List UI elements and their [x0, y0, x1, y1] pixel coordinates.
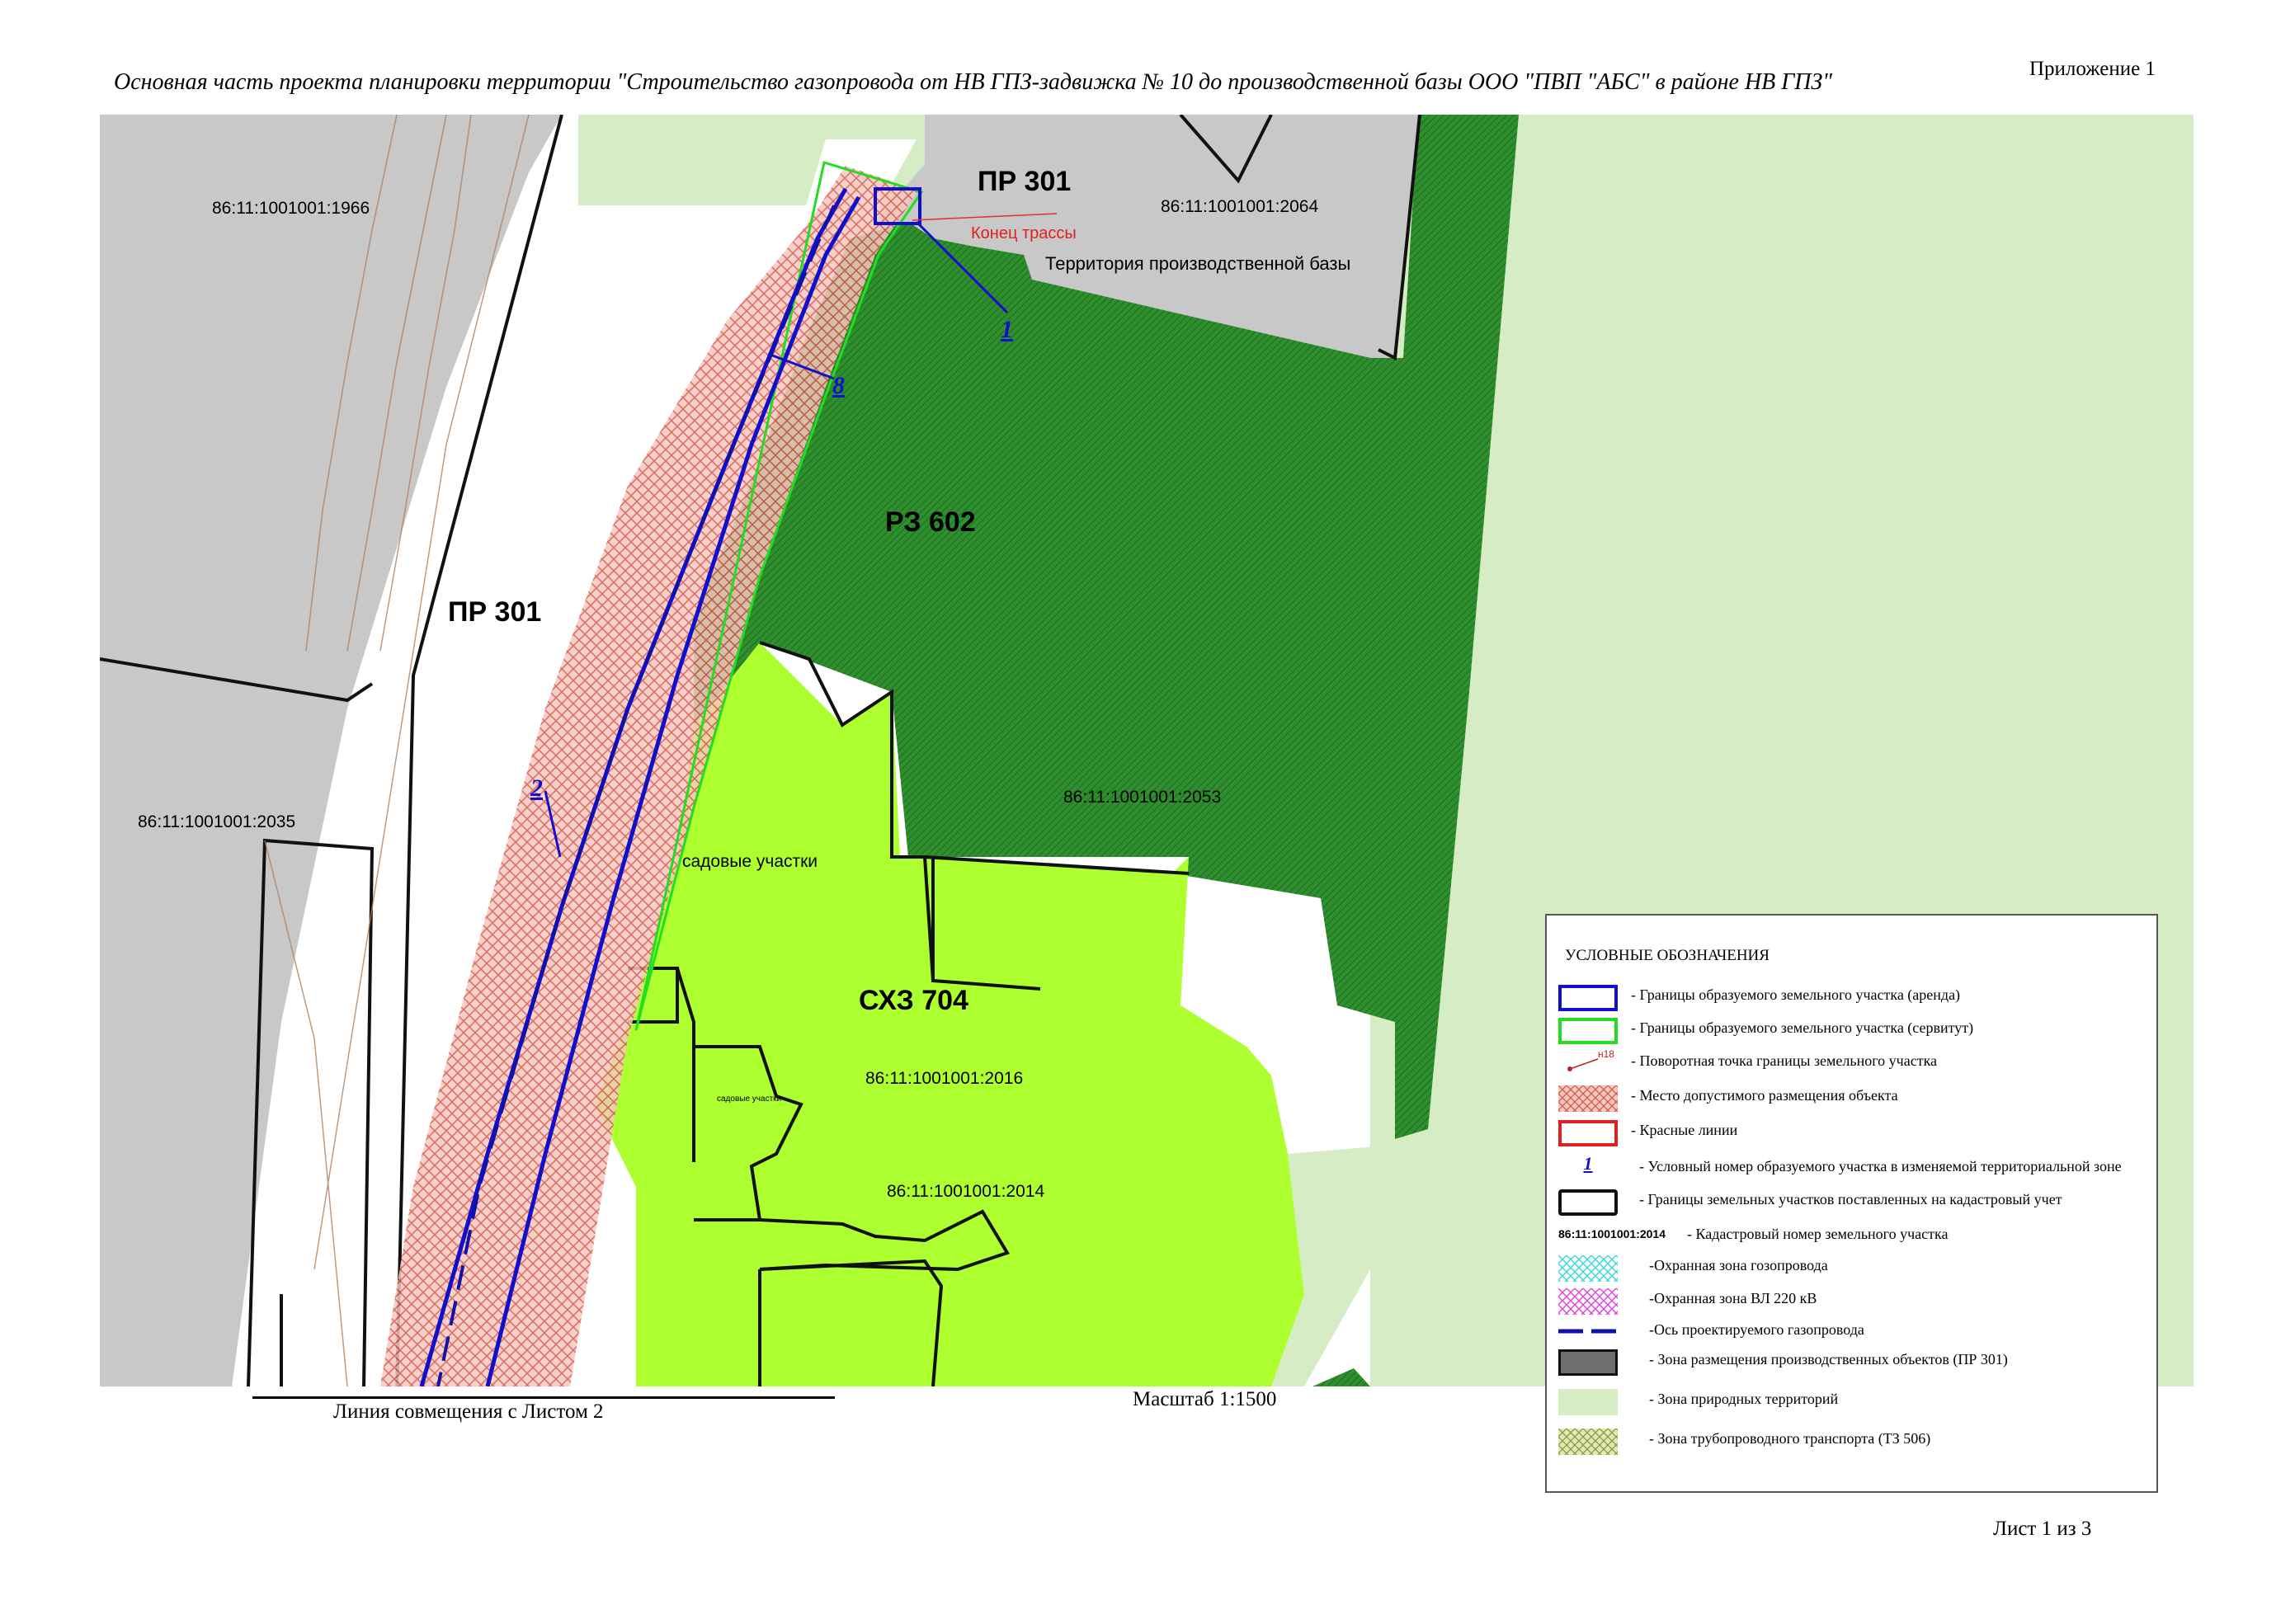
red-hatch-swatch: [1558, 1085, 1618, 1112]
legend-text: - Место допустимого размещения объекта: [1631, 1087, 1898, 1104]
natural-fill-swatch: [1558, 1389, 1618, 1415]
legend-item-cadastral-borders: - Границы земельных участков поставленны…: [1547, 1186, 2160, 1219]
cadastral-2053: 86:11:1001001:2053: [1063, 788, 1221, 807]
legend-item-industrial: - Зона размещения производственных объек…: [1547, 1346, 2160, 1379]
magenta-hatch-swatch: [1558, 1288, 1618, 1315]
legend-item-red-lines: - Красные линии: [1547, 1117, 2160, 1150]
turn-point-swatch: н18: [1567, 1048, 1614, 1071]
legend-item-natural: - Зона природных территорий: [1547, 1386, 2160, 1419]
rz602-bottom: [1312, 1368, 1370, 1386]
green-border-swatch: [1558, 1018, 1618, 1044]
industrial-zone-strip: [925, 115, 950, 230]
document-title: Основная часть проекта планировки террит…: [114, 69, 1833, 95]
legend-item-number: 1 - Условный номер образуемого участка в…: [1547, 1153, 2160, 1186]
legend-text: - Кадастровый номер земельного участка: [1687, 1226, 1949, 1242]
zone-label-pr301-top: ПР 301: [978, 166, 1071, 197]
legend-text: - Поворотная точка границы земельного уч…: [1631, 1052, 1938, 1069]
legend: УСЛОВНЫЕ ОБОЗНАЧЕНИЯ - Границы образуемо…: [1545, 914, 2158, 1493]
parcel-number-8: 8: [832, 372, 845, 399]
combine-line-label: Линия совмещения с Листом 2: [333, 1400, 604, 1423]
legend-item-placement: - Место допустимого размещения объекта: [1547, 1082, 2160, 1115]
cadastral-2064: 86:11:1001001:2064: [1161, 197, 1318, 216]
legend-item-turn-point: н18 - Поворотная точка границы земельног…: [1547, 1047, 2160, 1080]
gardens-label: садовые участки: [682, 852, 818, 871]
cadastral-2014: 86:11:1001001:2014: [887, 1182, 1044, 1201]
legend-text: -Охранная зона гозопровода: [1649, 1257, 1828, 1273]
parcel-number-1: 1: [1001, 316, 1013, 343]
legend-title: УСЛОВНЫЕ ОБОЗНАЧЕНИЯ: [1565, 947, 1770, 964]
sheet-number: Лист 1 из 3: [1993, 1518, 2092, 1540]
legend-item-pipeline: - Зона трубопроводного транспорта (ТЗ 50…: [1547, 1425, 2160, 1458]
parcel-number-2: 2: [530, 774, 543, 802]
legend-item-cadastral-number: 86:11:1001001:2014 - Кадастровый номер з…: [1547, 1221, 2160, 1254]
gardens-small-label: садовые участки: [717, 1094, 781, 1104]
legend-text: - Зона размещения производственных объек…: [1649, 1351, 2008, 1367]
cadastral-sample: 86:11:1001001:2014: [1558, 1227, 1666, 1240]
legend-item-lease: - Границы образуемого земельного участка…: [1547, 981, 2160, 1014]
grey-fill-swatch: [1558, 1349, 1618, 1376]
legend-text: - Границы образуемого земельного участка…: [1631, 986, 1961, 1003]
legend-item-vl-zone: -Охранная зона ВЛ 220 кВ: [1547, 1285, 2160, 1318]
black-border-swatch: [1558, 1189, 1618, 1216]
legend-text: -Охранная зона ВЛ 220 кВ: [1649, 1290, 1817, 1306]
legend-text: - Границы образуемого земельного участка…: [1631, 1019, 1974, 1036]
zone-label-pr301-left: ПР 301: [448, 596, 541, 628]
base-territory-label: Территория производственной базы: [1045, 253, 1350, 274]
svg-text:н18: н18: [1598, 1048, 1614, 1060]
combine-line: [252, 1396, 835, 1399]
scale-label: Масштаб 1:1500: [1133, 1388, 1277, 1410]
olive-hatch-swatch: [1558, 1429, 1618, 1455]
number-swatch: 1: [1583, 1153, 1593, 1174]
route-end-label: Конец трассы: [971, 224, 1077, 242]
cadastral-1966: 86:11:1001001:1966: [212, 199, 370, 218]
cadastral-2035: 86:11:1001001:2035: [138, 812, 295, 831]
legend-text: - Красные линии: [1631, 1122, 1738, 1138]
legend-text: -Ось проектируемого газопровода: [1649, 1321, 1864, 1338]
legend-item-gas-zone: -Охранная зона гозопровода: [1547, 1252, 2160, 1285]
legend-item-axis: -Ось проектируемого газопровода: [1547, 1316, 2160, 1349]
zone-label-rz602: РЗ 602: [885, 506, 976, 538]
blue-border-swatch: [1558, 985, 1618, 1011]
legend-item-servitude: - Границы образуемого земельного участка…: [1547, 1014, 2160, 1047]
appendix-label: Приложение 1: [2029, 58, 2156, 80]
zone-label-shz704: СХЗ 704: [859, 985, 968, 1016]
legend-text: - Зона трубопроводного транспорта (ТЗ 50…: [1649, 1430, 1931, 1447]
legend-text: - Условный номер образуемого участка в и…: [1639, 1158, 2122, 1174]
legend-text: - Границы земельных участков поставленны…: [1639, 1191, 2062, 1207]
red-border-swatch: [1558, 1120, 1618, 1146]
cyan-hatch-swatch: [1558, 1255, 1618, 1282]
axis-swatch: [1558, 1329, 1618, 1334]
legend-text: - Зона природных территорий: [1649, 1391, 1839, 1407]
cadastral-2016: 86:11:1001001:2016: [865, 1069, 1023, 1088]
